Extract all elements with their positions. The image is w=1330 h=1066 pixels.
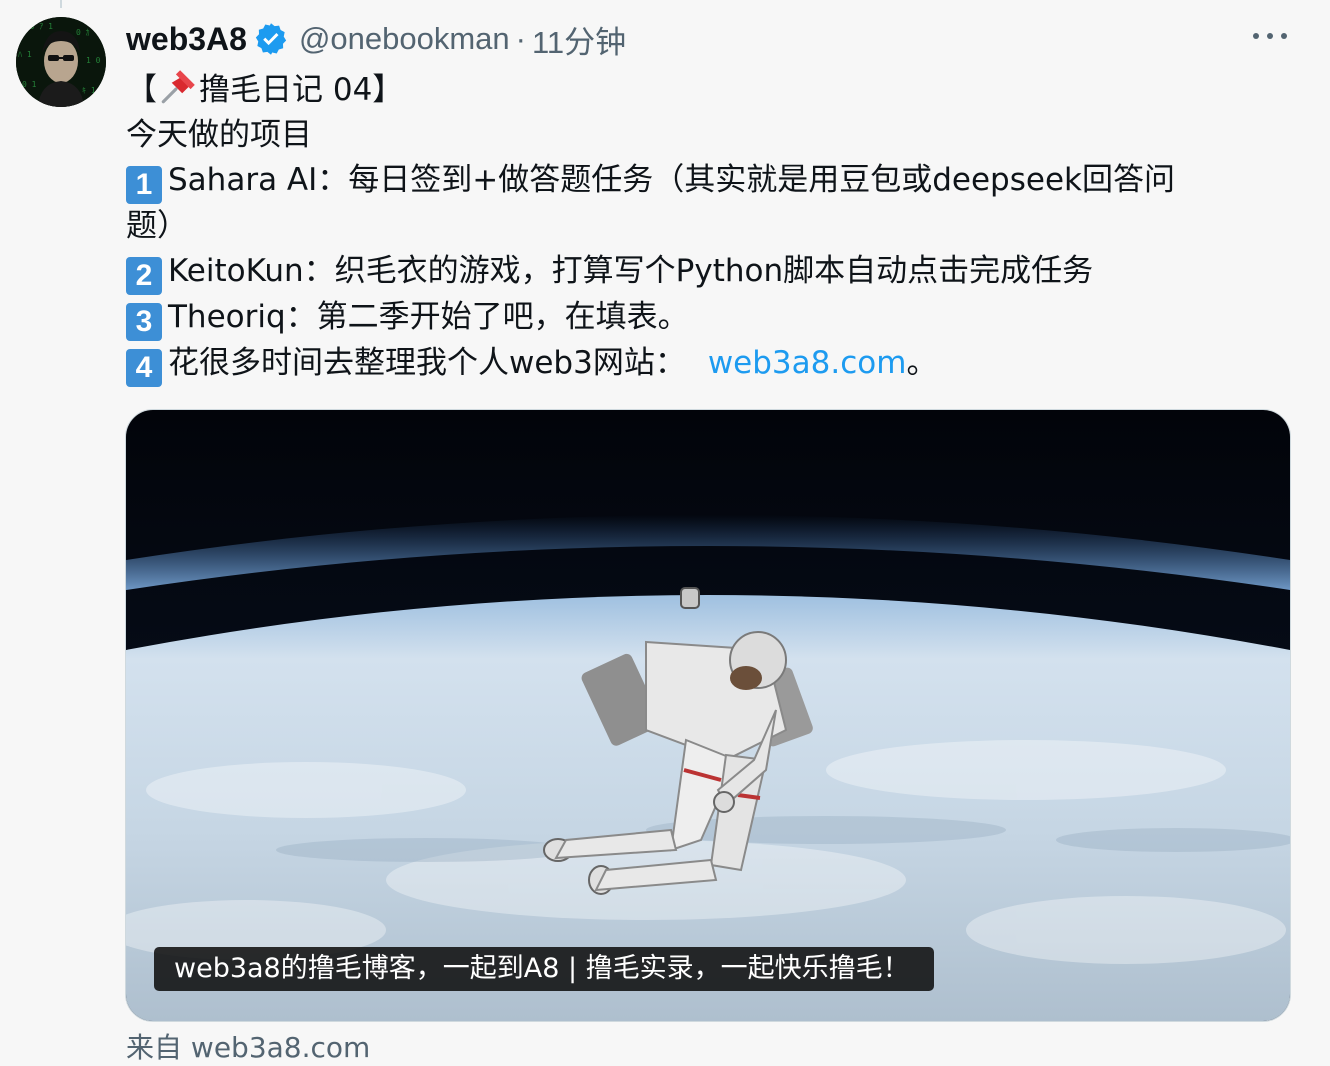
website-link[interactable]: web3a8.com bbox=[708, 345, 907, 381]
verified-badge-icon bbox=[255, 23, 287, 55]
avatar-image: 1 0 ｱ 1 0 ｶ ﾊ 1 1 0 0 1 ｷ 1 bbox=[16, 17, 106, 107]
astronaut-earth-image bbox=[126, 410, 1290, 1021]
author-name[interactable]: web3A8 bbox=[126, 21, 247, 58]
svg-text:0 1: 0 1 bbox=[22, 80, 37, 89]
keycap-4-icon: 4 bbox=[126, 349, 162, 387]
timestamp[interactable]: 11分钟 bbox=[532, 17, 626, 62]
thread-connector-line bbox=[60, 0, 62, 8]
item-3-line: 3 Theoriq：第二季开始了吧，在填表。 bbox=[126, 295, 1266, 341]
pushpin-emoji bbox=[161, 70, 195, 104]
source-link[interactable]: web3a8.com bbox=[191, 1031, 370, 1064]
avatar[interactable]: 1 0 ｱ 1 0 ｶ ﾊ 1 1 0 0 1 ｷ 1 bbox=[16, 17, 106, 107]
header-separator: · bbox=[515, 21, 526, 56]
media-card[interactable]: web3a8的撸毛博客，一起到A8 | 撸毛实录，一起快乐撸毛！ bbox=[125, 409, 1291, 1022]
svg-text:1 0 ｱ 1: 1 0 ｱ 1 bbox=[20, 22, 53, 31]
media-caption: web3a8的撸毛博客，一起到A8 | 撸毛实录，一起快乐撸毛！ bbox=[154, 947, 934, 991]
svg-text:ｷ 1: ｷ 1 bbox=[82, 86, 96, 95]
svg-text:1 0: 1 0 bbox=[86, 56, 101, 65]
tweet-header: web3A8 @onebookman · 11分钟 bbox=[126, 18, 626, 60]
item-1-line: 1 Sahara AI：每日签到+做答题任务（其实就是用豆包或deepseek回答… bbox=[126, 158, 1266, 204]
item-4-line: 4 花很多时间去整理我个人web3网站： web3a8.com。 bbox=[126, 341, 1266, 387]
tweet-text: 【撸毛日记 04】 今天做的项目 1 Sahara AI：每日签到+做答题任务（其… bbox=[126, 66, 1266, 387]
tweet-title-line: 【撸毛日记 04】 bbox=[126, 66, 1266, 113]
keycap-3-icon: 3 bbox=[126, 303, 162, 341]
svg-text:0 ｶ: 0 ｶ bbox=[76, 28, 90, 37]
author-handle[interactable]: @onebookman bbox=[299, 21, 510, 57]
item-2-line: 2 KeitoKun：织毛衣的游戏，打算写个Python脚本自动点击完成任务 bbox=[126, 249, 1266, 295]
svg-text:ﾊ 1: ﾊ 1 bbox=[18, 50, 32, 59]
source-line: 来自 web3a8.com bbox=[126, 1026, 370, 1066]
keycap-2-icon: 2 bbox=[126, 257, 162, 295]
item-1-continuation: 题） bbox=[126, 208, 188, 244]
source-prefix: 来自 bbox=[126, 1031, 183, 1064]
more-options-icon[interactable] bbox=[1250, 26, 1290, 46]
keycap-1-icon: 1 bbox=[126, 166, 162, 204]
tweet-intro-line: 今天做的项目 bbox=[126, 117, 312, 153]
